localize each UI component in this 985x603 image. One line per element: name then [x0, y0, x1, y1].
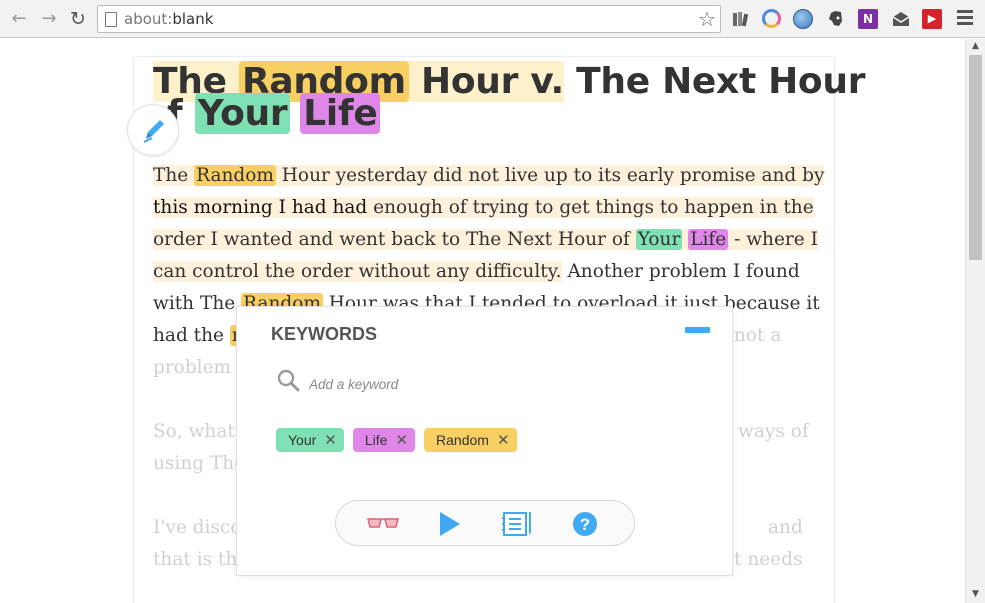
notes-icon[interactable]	[501, 510, 533, 538]
keywords-title: KEYWORDS	[271, 324, 378, 344]
highlighter-pen-icon	[143, 120, 164, 143]
minimize-button[interactable]	[685, 327, 710, 333]
browser-toolbar: ← → ↻ about:blank ☆ N ▶	[0, 0, 985, 38]
keywords-panel: KEYWORDS Your✕ Life✕ Random✕ ?	[236, 306, 733, 576]
help-icon[interactable]: ?	[572, 511, 598, 537]
keyword-tag-random[interactable]: Random ✕	[424, 428, 517, 452]
keyword-tag-life[interactable]: Life ✕	[352, 428, 416, 452]
address-bar[interactable]: about:blank ☆	[97, 5, 721, 33]
article-title: The Random Hour v. The Next Hour f Your L…	[153, 61, 866, 134]
page-icon	[105, 12, 117, 27]
forward-button[interactable]: →	[38, 8, 60, 30]
menu-icon[interactable]	[957, 10, 973, 28]
back-button[interactable]: ←	[8, 8, 30, 30]
glasses-icon[interactable]	[366, 515, 400, 531]
mail-icon[interactable]	[891, 9, 911, 29]
svg-text:?: ?	[580, 515, 590, 534]
keyword-highlight-your: Your	[194, 93, 291, 134]
bookmark-star-icon[interactable]: ☆	[698, 7, 716, 31]
scroll-down-arrow-icon[interactable]: ▼	[972, 589, 979, 599]
play-icon[interactable]	[438, 511, 462, 537]
keyword-highlight-life: Life	[300, 93, 381, 134]
keyword-highlight-random: Random	[194, 165, 276, 186]
scroll-up-arrow-icon[interactable]: ▲	[972, 41, 979, 51]
video-icon[interactable]: ▶	[922, 9, 942, 29]
scrollbar[interactable]: ▲ ▼	[965, 39, 985, 603]
remove-tag-icon[interactable]: ✕	[324, 432, 337, 449]
scroll-thumb[interactable]	[969, 55, 982, 260]
search-icon	[277, 369, 300, 392]
remove-tag-icon[interactable]: ✕	[395, 432, 408, 449]
reload-button[interactable]: ↻	[67, 8, 89, 30]
keyword-highlight-your: Your	[635, 229, 683, 250]
circle-icon[interactable]	[762, 9, 781, 28]
keyword-highlight-life: Life	[688, 229, 729, 250]
keyword-input[interactable]	[307, 373, 667, 395]
url-text[interactable]: about:blank	[124, 10, 213, 28]
globe-icon[interactable]	[793, 9, 813, 29]
highlighter-pen-button[interactable]	[127, 104, 179, 156]
remove-tag-icon[interactable]: ✕	[497, 432, 510, 449]
books-icon[interactable]	[731, 9, 751, 29]
bottom-toolbar: ?	[335, 500, 635, 546]
onenote-icon[interactable]: N	[858, 9, 878, 29]
keyword-tag-your[interactable]: Your ✕	[276, 428, 344, 452]
keyword-tags: Your ✕ Life ✕ Random ✕	[276, 428, 526, 452]
evernote-icon[interactable]	[826, 9, 846, 29]
